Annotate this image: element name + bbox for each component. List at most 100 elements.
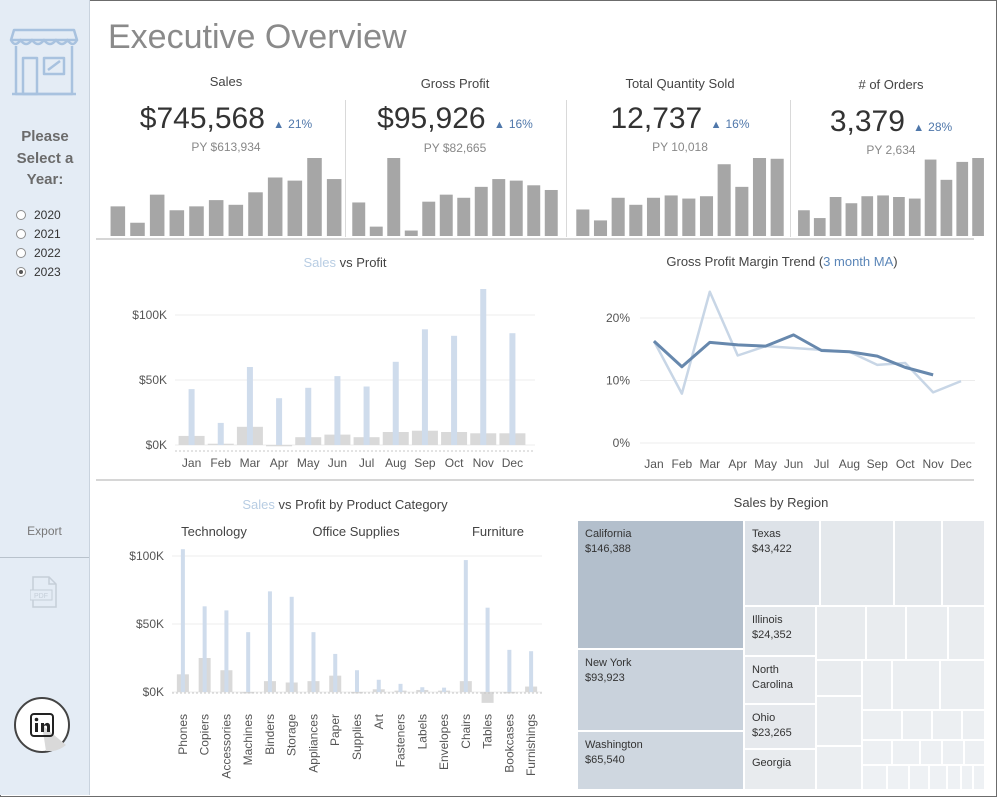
year-label: 2023 xyxy=(34,264,61,279)
treemap-cell[interactable] xyxy=(866,606,906,660)
treemap-cell[interactable] xyxy=(820,520,894,606)
treemap-cell-illinois[interactable]: Illinois $24,352 xyxy=(744,606,816,656)
radio-2021[interactable] xyxy=(16,228,26,239)
treemap-cell-north-carolina[interactable]: North Carolina xyxy=(744,656,816,704)
x-tick-label: Aug xyxy=(839,457,860,471)
x-tick-label: Mar xyxy=(699,457,720,471)
treemap-cell-texas[interactable]: Texas $43,422 xyxy=(744,520,820,606)
treemap-cell[interactable] xyxy=(942,520,985,606)
year-option-2023[interactable]: 2023 xyxy=(16,262,61,281)
kpi-divider xyxy=(345,100,346,237)
year-option-2020[interactable]: 2020 xyxy=(16,205,61,224)
kpi-change: 16% xyxy=(725,117,750,131)
treemap-cell[interactable] xyxy=(961,765,973,790)
linkedin-icon[interactable] xyxy=(14,697,70,753)
treemap-cell[interactable] xyxy=(862,740,892,765)
year-option-2022[interactable]: 2022 xyxy=(16,243,61,262)
radio-2023-selected[interactable] xyxy=(16,266,26,277)
kpi-month-bar xyxy=(307,158,322,236)
treemap-cell-georgia[interactable]: Georgia xyxy=(744,749,816,790)
sales-bar xyxy=(376,679,381,692)
kpi-month-bar xyxy=(893,197,905,236)
kpi-month-bar xyxy=(682,198,696,236)
y-tick-label: $50K xyxy=(136,617,164,631)
treemap-cell[interactable] xyxy=(816,606,866,660)
treemap-cell[interactable] xyxy=(892,740,920,765)
treemap-cell[interactable] xyxy=(973,765,985,790)
treemap-cell[interactable] xyxy=(929,765,947,790)
sales-bar xyxy=(363,386,370,445)
treemap-cell-ohio[interactable]: Ohio $23,265 xyxy=(744,704,816,749)
treemap-cell[interactable] xyxy=(816,696,862,746)
section-divider xyxy=(96,479,974,481)
treemap-cell-california[interactable]: California $146,388 xyxy=(577,520,744,649)
treemap-cell[interactable] xyxy=(862,710,902,740)
kpi-value: 12,737 xyxy=(610,102,703,135)
kpi-value-row: 12,737 ▲ 16% xyxy=(574,102,786,136)
kpi-value: 3,379 xyxy=(829,105,905,138)
section-divider xyxy=(96,238,974,240)
treemap-cell[interactable] xyxy=(906,606,948,660)
kpi-month-bar xyxy=(735,186,749,236)
sales-bar xyxy=(529,651,534,692)
treemap-cell[interactable] xyxy=(862,765,887,790)
sales-bar xyxy=(420,687,425,692)
x-tick-label: Phones xyxy=(176,714,190,755)
treemap-cell[interactable] xyxy=(909,765,929,790)
x-tick-label: May xyxy=(297,456,320,470)
treemap-cell[interactable] xyxy=(816,746,862,790)
kpi-month-bar xyxy=(326,179,342,236)
treemap-cell[interactable] xyxy=(964,740,985,765)
treemap-cell[interactable] xyxy=(862,660,892,710)
y-tick-label: $50K xyxy=(139,373,167,387)
radio-2022[interactable] xyxy=(16,247,26,258)
year-radio-group[interactable]: 2020 2021 2022 2023 xyxy=(16,205,61,281)
kpi-month-bar xyxy=(611,197,625,236)
treemap-cell-washington[interactable]: Washington $65,540 xyxy=(577,731,744,790)
sales-vs-profit-title: Sales vs Profit xyxy=(105,255,585,270)
y-tick-label: 20% xyxy=(606,311,630,325)
pdf-icon[interactable]: PDF xyxy=(30,576,58,608)
title-sales-word: Sales xyxy=(303,255,336,270)
x-tick-label: May xyxy=(754,457,777,471)
treemap-cell[interactable] xyxy=(887,765,909,790)
kpi-quantity: Total Quantity Sold 12,737 ▲ 16% PY 10,01… xyxy=(574,72,786,239)
kpi-prior-year: PY $613,934 xyxy=(191,140,261,154)
treemap-cell[interactable] xyxy=(894,520,942,606)
kpi-month-bar xyxy=(829,197,842,236)
x-tick-label: Fasteners xyxy=(394,714,408,767)
treemap-cell[interactable] xyxy=(892,660,940,710)
treemap-cell[interactable] xyxy=(940,660,985,710)
up-triangle-icon: ▲ xyxy=(493,119,505,131)
state-name: Georgia xyxy=(752,757,792,769)
x-tick-label: Sep xyxy=(414,456,436,470)
kpi-month-bar xyxy=(352,202,366,236)
state-name: Ohio xyxy=(752,712,776,724)
treemap-cell[interactable] xyxy=(948,606,985,660)
kpi-month-bar xyxy=(544,189,558,236)
x-tick-label: Jun xyxy=(784,457,803,471)
kpi-change: 28% xyxy=(928,120,953,134)
kpi-month-bar xyxy=(593,220,608,236)
treemap-cell[interactable] xyxy=(902,710,932,740)
sidebar: Please Select a Year: 2020 2021 2022 202… xyxy=(0,0,90,795)
kpi-month-bar xyxy=(228,204,244,236)
treemap-cell[interactable] xyxy=(947,765,961,790)
treemap-cell-new-york[interactable]: New York $93,923 xyxy=(577,649,744,731)
treemap-cell[interactable] xyxy=(932,710,962,740)
treemap-cell[interactable] xyxy=(920,740,942,765)
kpi-month-bar xyxy=(208,200,224,236)
kpi-month-bar xyxy=(664,195,678,236)
treemap-cell[interactable] xyxy=(942,740,964,765)
radio-2020[interactable] xyxy=(16,209,26,220)
kpi-month-bar xyxy=(752,158,767,236)
kpi-label: Total Quantity Sold xyxy=(625,76,735,91)
sales-bar xyxy=(442,687,447,692)
year-prompt: Please Select a Year: xyxy=(16,128,74,188)
category-group-label: Technology xyxy=(181,524,247,539)
treemap-cell[interactable] xyxy=(816,660,862,696)
kpi-month-bar xyxy=(956,161,969,236)
up-triangle-icon: ▲ xyxy=(273,119,285,131)
treemap-cell[interactable] xyxy=(962,710,985,740)
year-option-2021[interactable]: 2021 xyxy=(16,224,61,243)
